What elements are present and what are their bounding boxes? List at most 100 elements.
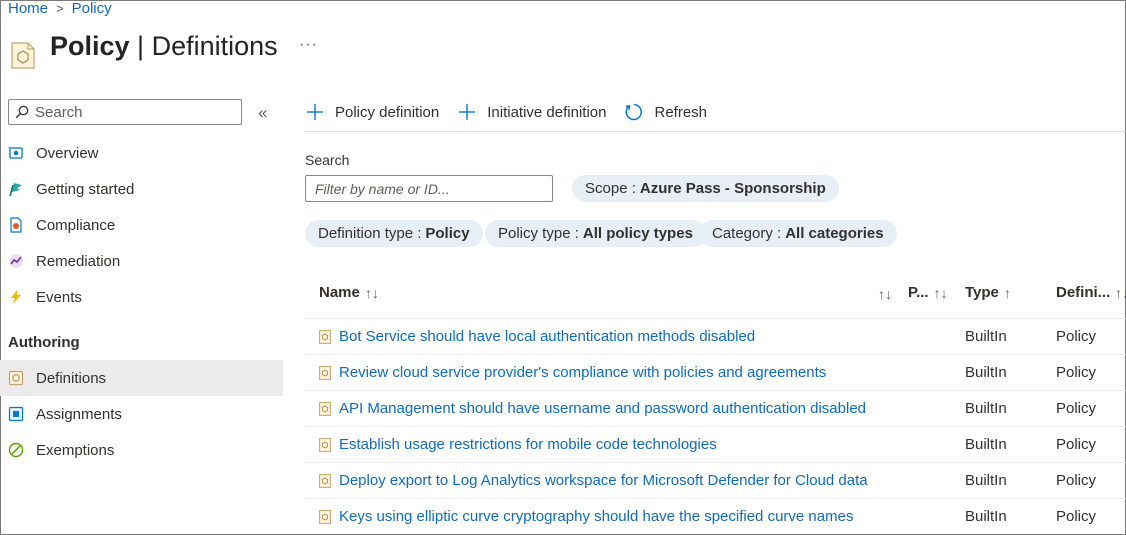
sidebar-item-label: Definitions (36, 369, 107, 387)
cell-type: BuiltIn (965, 400, 1007, 417)
table-row[interactable]: Establish usage restrictions for mobile … (305, 426, 1126, 462)
sidebar-item-overview[interactable]: Overview (0, 135, 283, 171)
sidebar-search-input[interactable] (35, 103, 235, 121)
page-title-separator: | (129, 31, 152, 61)
definition-name-link[interactable]: Deploy export to Log Analytics workspace… (339, 472, 868, 489)
cell-definition-type: Policy (1056, 364, 1097, 381)
search-label: Search (305, 152, 350, 168)
page-title: Policy | Definitions (50, 30, 278, 62)
table-row[interactable]: Keys using elliptic curve cryptography s… (305, 498, 1126, 534)
column-header-name[interactable]: Name ↑↓ (319, 284, 379, 301)
definition-name-link[interactable]: API Management should have username and … (339, 400, 866, 417)
sidebar-item-exemptions[interactable]: Exemptions (0, 432, 283, 468)
cell-type: BuiltIn (965, 328, 1007, 345)
lightning-icon (8, 289, 24, 305)
assignments-icon (8, 406, 24, 422)
chevron-right-icon: > (56, 1, 64, 16)
cell-type: BuiltIn (965, 364, 1007, 381)
policy-icon (10, 40, 36, 70)
definition-name-link[interactable]: Establish usage restrictions for mobile … (339, 436, 717, 453)
column-header-type[interactable]: Type ↑ (965, 284, 1011, 301)
cell-name: Bot Service should have local authentica… (319, 319, 755, 354)
page-title-sub: Definitions (151, 31, 278, 61)
sidebar-item-events[interactable]: Events (0, 279, 283, 315)
refresh-label: Refresh (654, 103, 708, 121)
sort-icon: ↑↓ (364, 284, 379, 301)
cell-definition-type: Policy (1056, 472, 1097, 489)
policy-definition-icon (319, 473, 331, 488)
definition-name-link[interactable]: Keys using elliptic curve cryptography s… (339, 508, 853, 525)
refresh-button[interactable]: Refresh (624, 102, 707, 122)
definition-type-filter-label: Definition type : (318, 225, 422, 242)
cell-definition-type: Policy (1056, 400, 1097, 417)
sidebar-item-label: Getting started (36, 180, 135, 198)
policy-type-filter-label: Policy type : (498, 225, 579, 242)
definition-name-link[interactable]: Bot Service should have local authentica… (339, 328, 755, 345)
sidebar-item-label: Overview (36, 144, 99, 162)
sidebar-item-definitions[interactable]: Definitions (0, 360, 283, 396)
search-icon (9, 105, 35, 119)
column-header-unnamed-sort-icon[interactable]: ↑↓ (878, 286, 892, 302)
cell-type: BuiltIn (965, 472, 1007, 489)
breadcrumb-policy-link[interactable]: Policy (72, 0, 112, 18)
column-header-p-label: P... (908, 284, 929, 301)
column-header-definition[interactable]: Defini... ↑↓ (1056, 284, 1126, 301)
definition-type-filter-value: Policy (425, 225, 470, 242)
refresh-icon (624, 102, 644, 122)
remediation-icon (8, 253, 24, 269)
cell-name: Establish usage restrictions for mobile … (319, 427, 717, 462)
cell-name: Review cloud service provider's complian… (319, 355, 826, 390)
divider (305, 131, 1126, 132)
definition-type-filter-pill[interactable]: Definition type : Policy (305, 220, 483, 247)
category-filter-pill[interactable]: Category : All categories (699, 220, 897, 247)
sort-ascending-icon: ↑ (1003, 284, 1011, 301)
sidebar-search[interactable] (8, 99, 242, 125)
more-options-button[interactable]: ··· (299, 36, 318, 54)
table-row[interactable]: Deploy export to Log Analytics workspace… (305, 462, 1126, 498)
cell-type: BuiltIn (965, 436, 1007, 453)
definition-name-link[interactable]: Review cloud service provider's complian… (339, 364, 826, 381)
cell-name: API Management should have username and … (319, 391, 866, 426)
column-header-type-label: Type (965, 284, 999, 301)
overview-icon (8, 145, 24, 161)
add-policy-definition-button[interactable]: Policy definition (305, 102, 439, 122)
sidebar-item-label: Events (36, 288, 82, 306)
breadcrumb-home-link[interactable]: Home (8, 0, 48, 18)
column-header-p[interactable]: P... ↑↓ (908, 284, 948, 301)
cell-name: Keys using elliptic curve cryptography s… (319, 499, 853, 534)
cell-definition-type: Policy (1056, 508, 1097, 525)
policy-definition-icon (319, 509, 331, 524)
scope-filter-pill[interactable]: Scope : Azure Pass - Sponsorship (572, 175, 839, 202)
table-row[interactable]: API Management should have username and … (305, 390, 1126, 426)
policy-definition-icon (319, 365, 331, 380)
exemptions-icon (8, 442, 24, 458)
add-initiative-definition-button[interactable]: Initiative definition (457, 102, 606, 122)
cell-definition-type: Policy (1056, 328, 1097, 345)
cell-definition-type: Policy (1056, 436, 1097, 453)
sidebar-item-label: Assignments (36, 405, 122, 423)
getting-started-icon (8, 181, 24, 197)
policy-type-filter-pill[interactable]: Policy type : All policy types (485, 220, 706, 247)
sort-icon: ↑↓ (933, 284, 948, 301)
table-row[interactable]: Bot Service should have local authentica… (305, 318, 1126, 354)
plus-icon (457, 102, 477, 122)
policy-definition-icon (319, 329, 331, 344)
sidebar-item-label: Compliance (36, 216, 116, 234)
breadcrumb: Home > Policy (8, 0, 112, 18)
sidebar-item-assignments[interactable]: Assignments (0, 396, 283, 432)
category-filter-label: Category : (712, 225, 782, 242)
filter-name-input[interactable] (305, 175, 553, 202)
cell-type: BuiltIn (965, 508, 1007, 525)
category-filter-value: All categories (785, 225, 884, 242)
sidebar-item-getting-started[interactable]: Getting started (0, 171, 283, 207)
sidebar-item-remediation[interactable]: Remediation (0, 243, 283, 279)
table-row[interactable]: Review cloud service provider's complian… (305, 354, 1126, 390)
scope-filter-label: Scope : (585, 180, 636, 197)
sidebar-item-compliance[interactable]: Compliance (0, 207, 283, 243)
sidebar-item-label: Remediation (36, 252, 121, 270)
definitions-icon (8, 370, 24, 386)
add-initiative-definition-label: Initiative definition (487, 103, 607, 121)
collapse-sidebar-button[interactable]: « (258, 103, 267, 123)
plus-icon (305, 102, 325, 122)
policy-definition-icon (319, 401, 331, 416)
